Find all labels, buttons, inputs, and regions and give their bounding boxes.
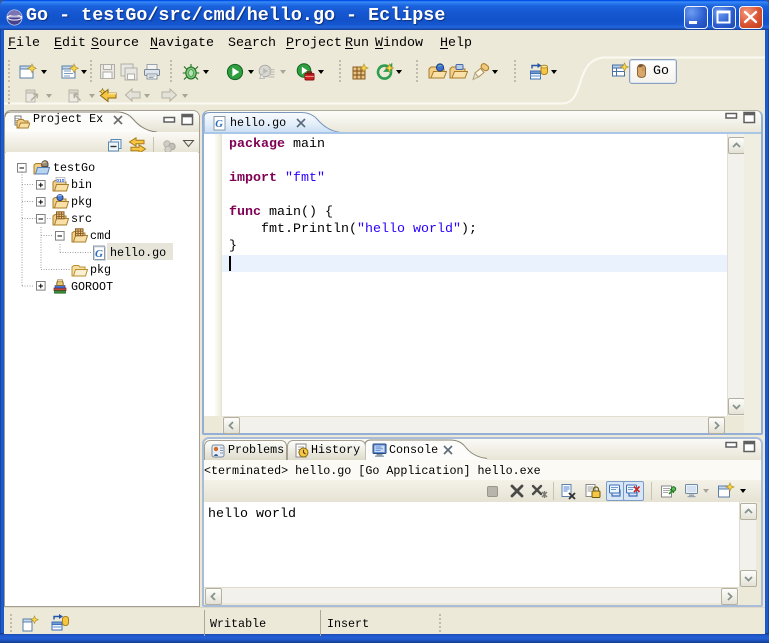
svg-text:010: 010 xyxy=(56,178,64,184)
svg-text:G: G xyxy=(215,119,223,130)
svg-text:G: G xyxy=(95,248,103,260)
